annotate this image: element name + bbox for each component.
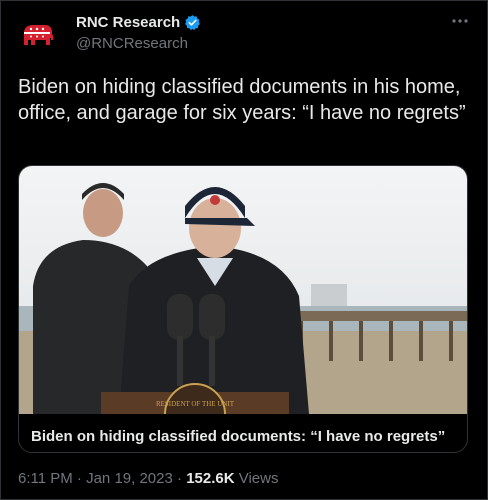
tweet-text: Biden on hiding classified documents in … — [18, 76, 466, 124]
views-count: 152.6K — [186, 470, 235, 487]
more-dots-icon[interactable] — [452, 18, 468, 24]
account-name[interactable]: RNC Research — [76, 14, 180, 31]
tweet-date[interactable]: Jan 19, 2023 — [86, 470, 173, 487]
verified-badge-icon[interactable] — [184, 14, 201, 31]
views-label: Views — [238, 470, 279, 487]
media-card[interactable]: RESIDENT OF THE UNIT Biden on hiding cla… — [18, 165, 468, 453]
video-thumbnail[interactable]: RESIDENT OF THE UNIT — [19, 166, 467, 414]
meta-separator: · — [76, 470, 82, 487]
meta-separator: · — [177, 470, 183, 487]
republican-elephant-icon — [24, 25, 54, 45]
podium-seal-text: RESIDENT OF THE UNIT — [156, 400, 235, 408]
account-name-row[interactable]: RNC Research — [76, 14, 201, 31]
tweet-time[interactable]: 6:11 PM — [18, 470, 73, 487]
avatar[interactable] — [18, 15, 58, 55]
account-handle[interactable]: @RNCResearch — [76, 35, 188, 52]
tweet-meta: 6:11 PM · Jan 19, 2023 · 152.6K Views — [18, 470, 278, 487]
media-caption[interactable]: Biden on hiding classified documents: “I… — [31, 428, 445, 445]
